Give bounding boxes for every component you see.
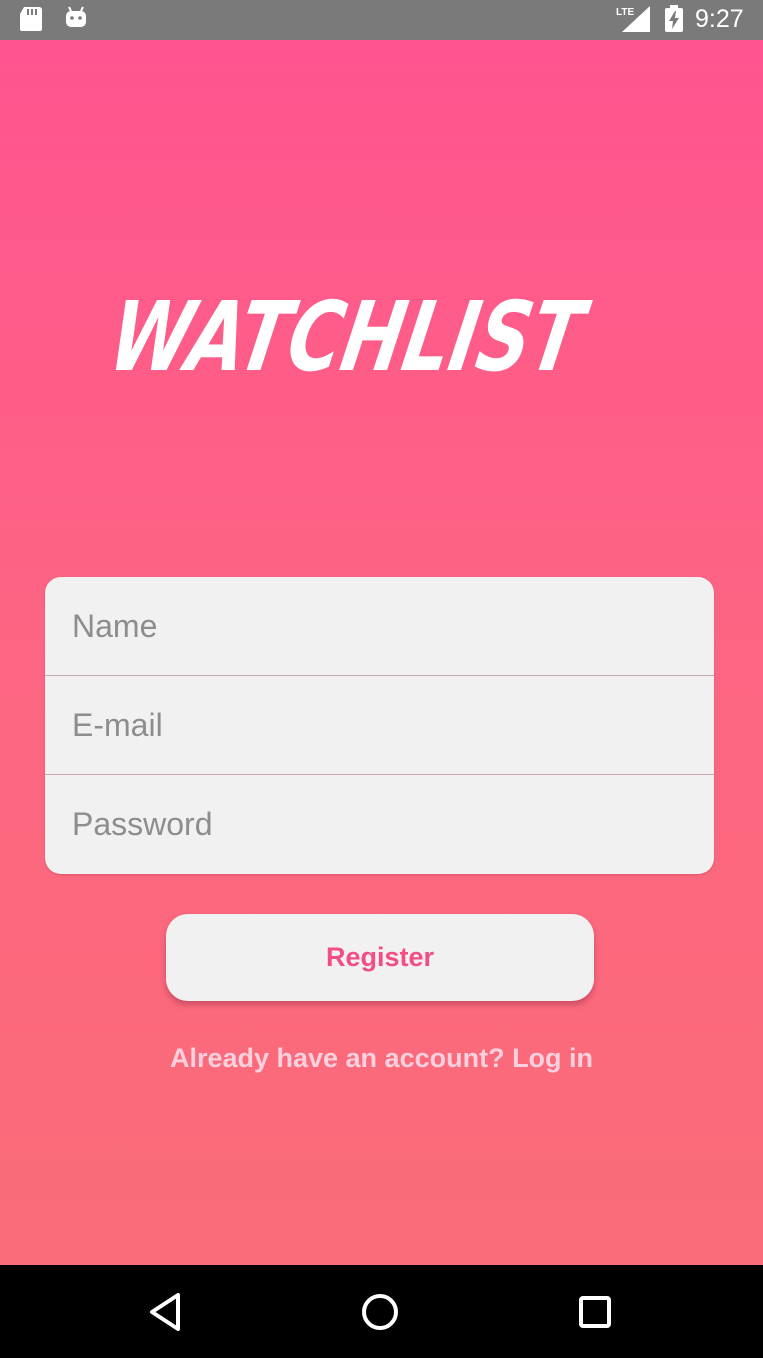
- register-screen: WATCHLIST Register Already have an accou…: [0, 40, 763, 1265]
- email-field[interactable]: [45, 676, 714, 774]
- status-clock: 9:27: [695, 5, 744, 33]
- android-icon: [66, 6, 86, 27]
- name-field[interactable]: [45, 577, 714, 675]
- register-button[interactable]: Register: [166, 914, 594, 1001]
- navigation-bar: [0, 1265, 763, 1358]
- home-circle-icon[interactable]: [355, 1287, 405, 1337]
- login-link[interactable]: Already have an account? Log in: [0, 1043, 763, 1074]
- battery-charging-icon: [665, 5, 683, 32]
- password-field[interactable]: [45, 775, 714, 874]
- svg-text:LTE: LTE: [616, 7, 634, 18]
- sd-card-icon: [20, 7, 42, 31]
- register-form: [45, 577, 714, 874]
- name-field-row: [45, 577, 714, 676]
- watchlist-logo: WATCHLIST: [102, 281, 597, 393]
- status-bar: LTE 9:27: [0, 0, 763, 40]
- email-field-row: [45, 676, 714, 775]
- back-triangle-icon[interactable]: [140, 1287, 190, 1337]
- svg-text:WATCHLIST: WATCHLIST: [102, 281, 597, 393]
- lte-signal-icon: LTE: [616, 6, 650, 32]
- recents-square-icon[interactable]: [570, 1287, 620, 1337]
- password-field-row: [45, 775, 714, 874]
